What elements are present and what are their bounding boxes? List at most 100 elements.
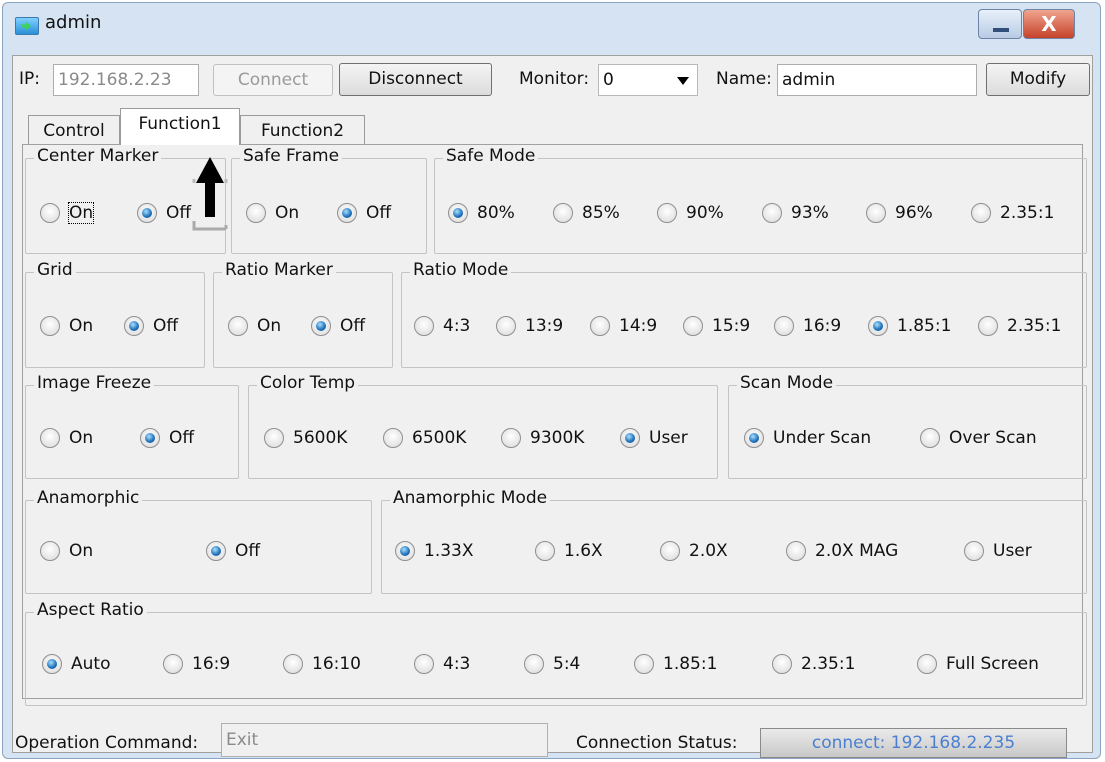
anamorphic-option[interactable]: On: [40, 541, 93, 561]
radio-button-icon[interactable]: [206, 541, 226, 561]
radio-button-icon[interactable]: [964, 541, 984, 561]
radio-button-icon[interactable]: [971, 203, 991, 223]
radio-button-icon[interactable]: [40, 316, 60, 336]
radio-button-icon[interactable]: [868, 316, 888, 336]
radio-button-icon[interactable]: [124, 316, 144, 336]
radio-button-icon[interactable]: [414, 316, 434, 336]
radio-button-icon[interactable]: [772, 654, 792, 674]
radio-button-icon[interactable]: [283, 654, 303, 674]
tab-function1[interactable]: Function1: [120, 108, 240, 145]
radio-button-icon[interactable]: [634, 654, 654, 674]
safe-mode-option[interactable]: 96%: [866, 203, 933, 223]
radio-button-icon[interactable]: [501, 428, 521, 448]
ratio-mode-option[interactable]: 13:9: [496, 316, 563, 336]
radio-button-icon[interactable]: [395, 541, 415, 561]
center-marker-option[interactable]: Off: [137, 203, 191, 223]
color-temp-option[interactable]: User: [620, 428, 688, 448]
ratio-mode-option[interactable]: 4:3: [414, 316, 470, 336]
radio-button-icon[interactable]: [496, 316, 516, 336]
ratio-marker-option[interactable]: On: [228, 316, 281, 336]
anamorphic-mode-option[interactable]: 1.33X: [395, 541, 474, 561]
radio-button-icon[interactable]: [414, 654, 434, 674]
grid-option[interactable]: On: [40, 316, 93, 336]
radio-button-icon[interactable]: [40, 541, 60, 561]
anamorphic-option[interactable]: Off: [206, 541, 260, 561]
radio-button-icon[interactable]: [535, 541, 555, 561]
color-temp-option[interactable]: 5600K: [264, 428, 347, 448]
connect-button[interactable]: Connect: [213, 64, 333, 96]
radio-button-icon[interactable]: [448, 203, 468, 223]
safe-mode-option[interactable]: 93%: [762, 203, 829, 223]
radio-button-icon[interactable]: [917, 654, 937, 674]
radio-button-icon[interactable]: [683, 316, 703, 336]
radio-button-icon[interactable]: [774, 316, 794, 336]
aspect-ratio-option[interactable]: 16:10: [283, 654, 361, 674]
radio-button-icon[interactable]: [163, 654, 183, 674]
monitor-select[interactable]: 0: [598, 64, 698, 96]
name-input[interactable]: admin: [777, 64, 977, 96]
radio-button-icon[interactable]: [40, 203, 60, 223]
close-button[interactable]: X: [1023, 9, 1075, 39]
radio-button-icon[interactable]: [40, 428, 60, 448]
safe-mode-option[interactable]: 85%: [553, 203, 620, 223]
ratio-mode-option[interactable]: 2.35:1: [978, 316, 1061, 336]
aspect-ratio-option[interactable]: 5:4: [524, 654, 580, 674]
radio-button-icon[interactable]: [590, 316, 610, 336]
safe-mode-option[interactable]: 80%: [448, 203, 515, 223]
scan-mode-option[interactable]: Under Scan: [744, 428, 871, 448]
title-bar[interactable]: admin X: [3, 3, 1100, 47]
image-freeze-option[interactable]: On: [40, 428, 93, 448]
ratio-mode-option[interactable]: 16:9: [774, 316, 841, 336]
minimize-button[interactable]: [978, 9, 1022, 39]
aspect-ratio-option[interactable]: 16:9: [163, 654, 230, 674]
image-freeze-option[interactable]: Off: [140, 428, 194, 448]
disconnect-button[interactable]: Disconnect: [339, 63, 492, 96]
safe-mode-option[interactable]: 90%: [657, 203, 724, 223]
radio-button-icon[interactable]: [337, 203, 357, 223]
color-temp-option[interactable]: 9300K: [501, 428, 584, 448]
ratio-marker-option[interactable]: Off: [311, 316, 365, 336]
aspect-ratio-option[interactable]: Full Screen: [917, 654, 1039, 674]
anamorphic-mode-option[interactable]: User: [964, 541, 1032, 561]
radio-button-icon[interactable]: [553, 203, 573, 223]
aspect-ratio-option[interactable]: 4:3: [414, 654, 470, 674]
radio-button-icon[interactable]: [762, 203, 782, 223]
center-marker-option[interactable]: On: [40, 202, 95, 224]
radio-button-icon[interactable]: [978, 316, 998, 336]
aspect-ratio-option[interactable]: Auto: [42, 654, 110, 674]
anamorphic-mode-option[interactable]: 2.0X: [660, 541, 728, 561]
scan-mode-option[interactable]: Over Scan: [920, 428, 1037, 448]
grid-option[interactable]: Off: [124, 316, 178, 336]
ratio-mode-option[interactable]: 14:9: [590, 316, 657, 336]
radio-button-icon[interactable]: [786, 541, 806, 561]
radio-button-icon[interactable]: [228, 316, 248, 336]
radio-button-icon[interactable]: [744, 428, 764, 448]
ratio-mode-option[interactable]: 15:9: [683, 316, 750, 336]
radio-button-icon[interactable]: [42, 654, 62, 674]
operation-command-field[interactable]: Exit: [221, 723, 548, 757]
anamorphic-mode-option[interactable]: 1.6X: [535, 541, 603, 561]
ip-field[interactable]: 192.168.2.23: [53, 64, 199, 96]
radio-button-icon[interactable]: [137, 203, 157, 223]
radio-button-icon[interactable]: [866, 203, 886, 223]
radio-button-icon[interactable]: [311, 316, 331, 336]
radio-button-icon[interactable]: [524, 654, 544, 674]
radio-button-icon[interactable]: [140, 428, 160, 448]
color-temp-option[interactable]: 6500K: [383, 428, 466, 448]
radio-button-icon[interactable]: [383, 428, 403, 448]
tab-control[interactable]: Control: [28, 115, 120, 145]
radio-button-icon[interactable]: [920, 428, 940, 448]
ratio-mode-option[interactable]: 1.85:1: [868, 316, 951, 336]
tab-function2[interactable]: Function2: [240, 115, 365, 145]
safe-frame-option[interactable]: On: [246, 203, 299, 223]
aspect-ratio-option[interactable]: 2.35:1: [772, 654, 855, 674]
anamorphic-mode-option[interactable]: 2.0X MAG: [786, 541, 898, 561]
safe-frame-option[interactable]: Off: [337, 203, 391, 223]
modify-button[interactable]: Modify: [986, 63, 1090, 96]
radio-button-icon[interactable]: [246, 203, 266, 223]
aspect-ratio-option[interactable]: 1.85:1: [634, 654, 717, 674]
radio-button-icon[interactable]: [657, 203, 677, 223]
radio-button-icon[interactable]: [660, 541, 680, 561]
radio-button-icon[interactable]: [264, 428, 284, 448]
safe-mode-option[interactable]: 2.35:1: [971, 203, 1054, 223]
